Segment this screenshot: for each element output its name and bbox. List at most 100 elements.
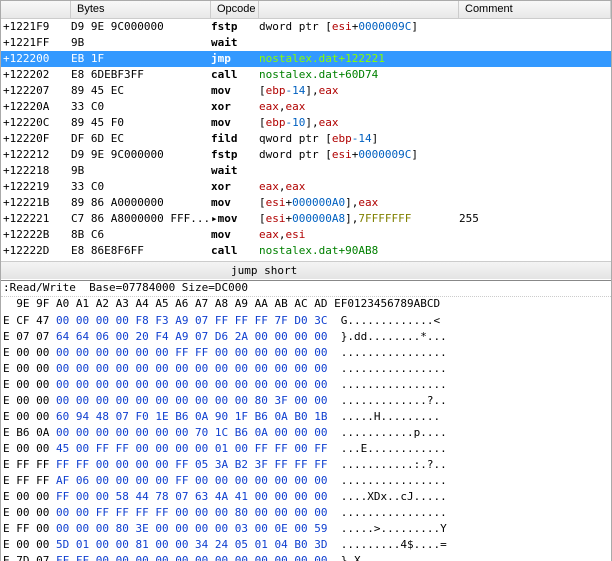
row-opcode: fild xyxy=(211,131,259,147)
row-operands: dword ptr [esi+0000009C] xyxy=(259,147,459,163)
row-operands: [esi+000000A8],7FFFFFFF xyxy=(259,211,459,227)
row-opcode: mov xyxy=(211,259,259,261)
row-comment xyxy=(459,243,611,259)
row-operands: [esi+000000A0],eax xyxy=(259,195,459,211)
row-comment xyxy=(459,83,611,99)
hex-row[interactable]: E 00 00 FF 00 00 58 44 78 07 63 4A 41 00… xyxy=(1,489,611,505)
row-comment xyxy=(459,227,611,243)
row-operands: eax,esi xyxy=(259,227,459,243)
row-bytes: 89 45 EC xyxy=(71,83,211,99)
disassembly-row[interactable]: +1222189Bwait xyxy=(1,163,611,179)
col-header-operands[interactable] xyxy=(259,1,459,18)
hex-row[interactable]: E 00 00 5D 01 00 00 81 00 00 34 24 05 01… xyxy=(1,537,611,553)
hexdump-rows[interactable]: E CF 47 00 00 00 00 F8 F3 A9 07 FF FF FF… xyxy=(1,313,611,561)
disassembly-row[interactable]: +122200EB 1Fjmpnostalex.dat+122221 xyxy=(1,51,611,67)
row-comment xyxy=(459,147,611,163)
row-operands: dword ptr [esi+0000009C] xyxy=(259,19,459,35)
row-bytes: EB 1F xyxy=(71,51,211,67)
hex-row[interactable]: E 00 00 00 00 00 00 00 00 00 00 00 00 00… xyxy=(1,361,611,377)
col-header-bytes[interactable]: Bytes xyxy=(71,1,211,18)
hex-row[interactable]: E FF FF AF 06 00 00 00 00 FF 00 00 00 00… xyxy=(1,473,611,489)
status-bar: jump short xyxy=(1,261,611,279)
row-operands: [ebp-14],eax xyxy=(259,83,459,99)
col-header-addr[interactable] xyxy=(1,1,71,18)
row-comment xyxy=(459,67,611,83)
row-address: +122212 xyxy=(1,147,71,163)
row-bytes: D9 9E 9C000000 xyxy=(71,147,211,163)
row-comment xyxy=(459,19,611,35)
row-opcode: mov xyxy=(211,115,259,131)
hexdump-title: :Read/Write Base=07784000 Size=DC000 xyxy=(1,281,611,297)
hex-row[interactable]: E 00 00 60 94 48 07 F0 1E B6 0A 90 1F B6… xyxy=(1,409,611,425)
row-opcode: xor xyxy=(211,99,259,115)
row-comment xyxy=(459,131,611,147)
row-address: +122202 xyxy=(1,67,71,83)
row-operands: nostalex.dat+122221 xyxy=(259,51,459,67)
row-address: +122221 xyxy=(1,211,71,227)
hex-row[interactable]: E FF 00 00 00 00 80 3E 00 00 00 00 03 00… xyxy=(1,521,611,537)
row-address: +12220F xyxy=(1,131,71,147)
hex-row[interactable]: E 00 00 00 00 00 00 00 00 00 00 00 00 00… xyxy=(1,377,611,393)
row-bytes: 8B C6 xyxy=(71,227,211,243)
row-address: +122219 xyxy=(1,179,71,195)
hex-row[interactable]: E 7D 07 FF FF 00 00 00 00 00 00 00 00 00… xyxy=(1,553,611,561)
disassembly-row[interactable]: +122212D9 9E 9C000000fstpdword ptr [esi+… xyxy=(1,147,611,163)
row-opcode: xor xyxy=(211,179,259,195)
col-header-opcode[interactable]: Opcode xyxy=(211,1,259,18)
row-address: +12220C xyxy=(1,115,71,131)
row-operands xyxy=(259,163,459,179)
row-address: +1221F9 xyxy=(1,19,71,35)
row-address: +122218 xyxy=(1,163,71,179)
disassembly-row[interactable]: +122232B3 01movbl,011 xyxy=(1,259,611,261)
row-opcode: call xyxy=(211,243,259,259)
hexdump-col-header: 9E 9F A0 A1 A2 A3 A4 A5 A6 A7 A8 A9 AA A… xyxy=(1,297,611,313)
hex-row[interactable]: E FF FF FF FF 00 00 00 00 FF 05 3A B2 3F… xyxy=(1,457,611,473)
disassembly-row[interactable]: +1221FF9Bwait xyxy=(1,35,611,51)
row-bytes: 9B xyxy=(71,35,211,51)
disassembly-row[interactable]: +12222DE8 86E8F6FFcallnostalex.dat+90AB8 xyxy=(1,243,611,259)
hex-row[interactable]: E 00 00 00 00 FF FF FF FF 00 00 00 80 00… xyxy=(1,505,611,521)
row-bytes: 33 C0 xyxy=(71,179,211,195)
disassembly-header: Bytes Opcode Comment xyxy=(1,1,611,19)
row-operands: bl,01 xyxy=(259,259,459,261)
disassembly-row[interactable]: +12221933 C0xoreax,eax xyxy=(1,179,611,195)
col-header-comment[interactable]: Comment xyxy=(459,1,611,18)
row-bytes: C7 86 A8000000 FFF... xyxy=(71,211,211,227)
disassembly-row[interactable]: +12220C89 45 F0mov[ebp-10],eax xyxy=(1,115,611,131)
row-comment xyxy=(459,99,611,115)
row-comment xyxy=(459,115,611,131)
disassembly-row[interactable]: +12221B89 86 A0000000mov[esi+000000A0],e… xyxy=(1,195,611,211)
disassembly-row[interactable]: +12220FDF 6D ECfildqword ptr [ebp-14] xyxy=(1,131,611,147)
row-opcode: wait xyxy=(211,35,259,51)
row-bytes: 33 C0 xyxy=(71,99,211,115)
row-operands: eax,eax xyxy=(259,99,459,115)
row-opcode: call xyxy=(211,67,259,83)
hex-row[interactable]: E B6 0A 00 00 00 00 00 00 00 70 1C B6 0A… xyxy=(1,425,611,441)
row-comment xyxy=(459,195,611,211)
disassembly-row[interactable]: +12220789 45 ECmov[ebp-14],eax xyxy=(1,83,611,99)
hexdump-pane[interactable]: :Read/Write Base=07784000 Size=DC000 9E … xyxy=(1,281,611,561)
row-address: +1221FF xyxy=(1,35,71,51)
disassembly-pane[interactable]: Bytes Opcode Comment +1221F9D9 9E 9C0000… xyxy=(1,1,611,281)
row-opcode: mov xyxy=(211,195,259,211)
disassembly-row[interactable]: +12220A33 C0xoreax,eax xyxy=(1,99,611,115)
row-opcode: mov xyxy=(211,227,259,243)
row-operands: [ebp-10],eax xyxy=(259,115,459,131)
row-comment xyxy=(459,179,611,195)
row-comment: 255 xyxy=(459,211,611,227)
hex-row[interactable]: E CF 47 00 00 00 00 F8 F3 A9 07 FF FF FF… xyxy=(1,313,611,329)
row-comment xyxy=(459,51,611,67)
disassembly-row[interactable]: +12222B8B C6moveax,esi xyxy=(1,227,611,243)
row-bytes: B3 01 xyxy=(71,259,211,261)
row-operands: qword ptr [ebp-14] xyxy=(259,131,459,147)
disassembly-row[interactable]: +1221F9D9 9E 9C000000fstpdword ptr [esi+… xyxy=(1,19,611,35)
row-opcode: fstp xyxy=(211,147,259,163)
row-address: +122200 xyxy=(1,51,71,67)
disassembly-row[interactable]: +122202E8 6DEBF3FFcallnostalex.dat+60D74 xyxy=(1,67,611,83)
disassembly-rows[interactable]: +1221F9D9 9E 9C000000fstpdword ptr [esi+… xyxy=(1,19,611,261)
disassembly-row[interactable]: +122221C7 86 A8000000 FFF...▸mov[esi+000… xyxy=(1,211,611,227)
hex-row[interactable]: E 00 00 00 00 00 00 00 00 FF FF 00 00 00… xyxy=(1,345,611,361)
hex-row[interactable]: E 00 00 45 00 FF FF 00 00 00 00 01 00 FF… xyxy=(1,441,611,457)
hex-row[interactable]: E 07 07 64 64 06 00 20 F4 A9 07 D6 2A 00… xyxy=(1,329,611,345)
hex-row[interactable]: E 00 00 00 00 00 00 00 00 00 00 00 00 80… xyxy=(1,393,611,409)
